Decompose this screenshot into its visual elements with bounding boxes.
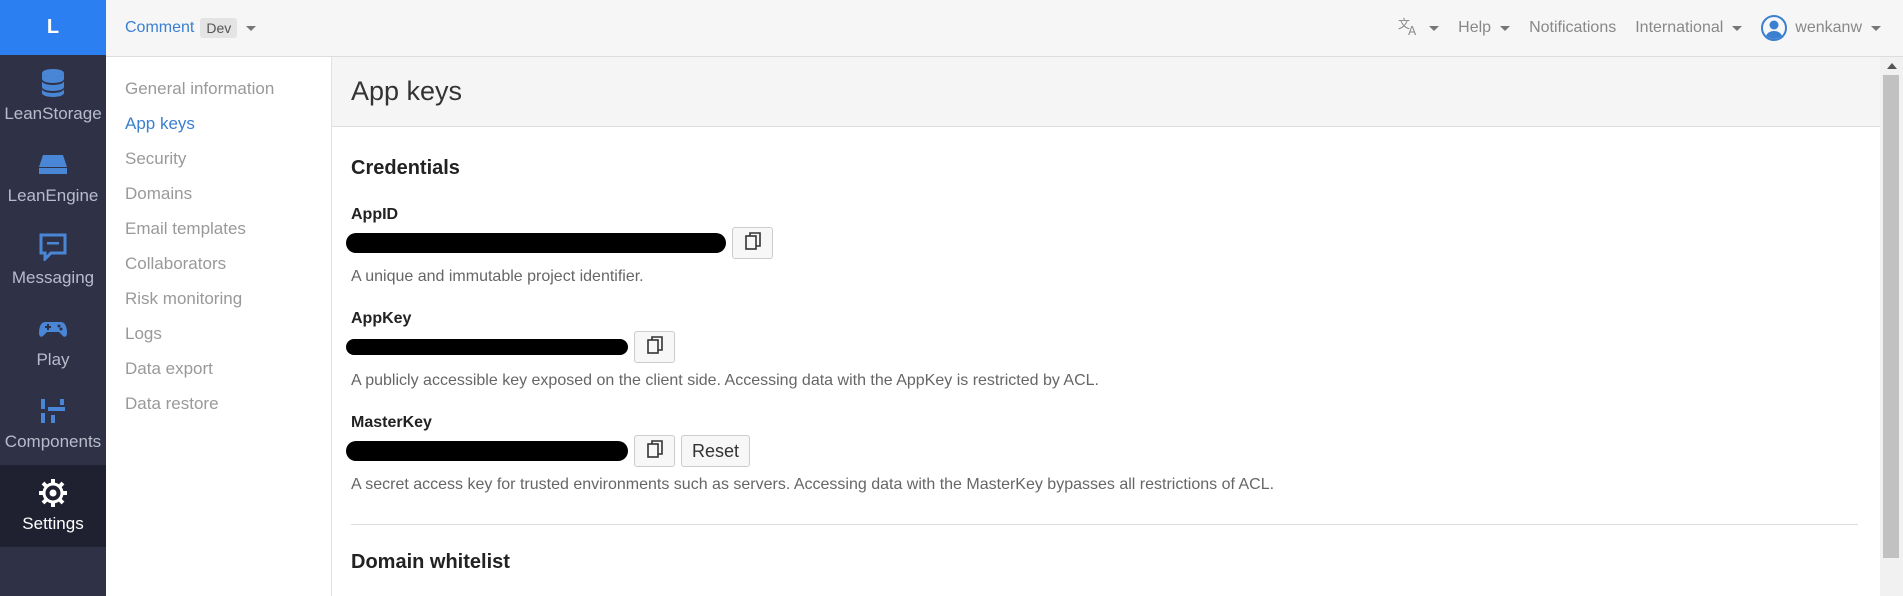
appid-value-redacted: [346, 233, 726, 253]
rail-item-label: LeanEngine: [7, 186, 99, 205]
chevron-down-icon: [1429, 25, 1440, 31]
rail-item-messaging[interactable]: Messaging: [0, 219, 106, 301]
rail-item-label: LeanStorage: [4, 104, 102, 123]
subnav-item-data-export[interactable]: Data export: [106, 351, 331, 386]
masterkey-value-redacted: [346, 441, 628, 461]
masterkey-row: Reset: [346, 434, 1858, 468]
svg-text:A: A: [1408, 24, 1417, 36]
appkey-value-redacted: [346, 339, 628, 355]
user-menu[interactable]: wenkanw: [1761, 15, 1881, 41]
copy-icon: [744, 231, 761, 255]
top-bar: Comment Dev 文A Help Notifications Intern…: [106, 0, 1903, 57]
chevron-down-icon: [1732, 25, 1743, 31]
engine-icon: [38, 150, 68, 180]
rail-item-label: Components: [4, 432, 102, 451]
rail-item-play[interactable]: Play: [0, 301, 106, 383]
subnav-item-app-keys[interactable]: App keys: [106, 106, 331, 141]
appid-row: [346, 226, 1858, 260]
chevron-down-icon: [1500, 25, 1511, 31]
copy-icon: [646, 439, 663, 463]
subnav-item-collaborators[interactable]: Collaborators: [106, 246, 331, 281]
app-nav-rail: L LeanStorage LeanEngine Messaging Play …: [0, 0, 106, 596]
copy-masterkey-button[interactable]: [634, 435, 675, 467]
appid-label: AppID: [351, 206, 399, 223]
page-title: App keys: [332, 57, 1880, 127]
notifications-link[interactable]: Notifications: [1529, 19, 1616, 37]
env-badge: Dev: [200, 18, 238, 38]
reset-masterkey-button[interactable]: Reset: [681, 435, 751, 467]
app-switcher[interactable]: Comment Dev: [106, 18, 257, 38]
rail-item-leanengine[interactable]: LeanEngine: [0, 137, 106, 219]
subnav-item-security[interactable]: Security: [106, 141, 331, 176]
copy-appkey-button[interactable]: [634, 331, 675, 363]
rail-item-label: Messaging: [11, 268, 95, 287]
page-scrollbar[interactable]: [1880, 57, 1903, 596]
appkey-label: AppKey: [351, 310, 412, 327]
rail-item-settings[interactable]: Settings: [0, 465, 106, 547]
scroll-up-arrow-icon[interactable]: [1886, 63, 1897, 69]
subnav-item-risk-monitoring[interactable]: Risk monitoring: [106, 281, 331, 316]
user-avatar-icon: [1761, 15, 1788, 41]
gear-icon: [38, 478, 68, 508]
subnav-item-domains[interactable]: Domains: [106, 176, 331, 211]
app-name[interactable]: Comment: [125, 19, 194, 37]
subnav-item-email-templates[interactable]: Email templates: [106, 211, 331, 246]
rail-item-label: Settings: [22, 514, 84, 533]
database-icon: [38, 68, 68, 98]
region-menu[interactable]: International: [1635, 19, 1743, 37]
masterkey-label: MasterKey: [351, 414, 432, 431]
chevron-down-icon[interactable]: [246, 25, 257, 31]
chevron-down-icon: [1871, 25, 1881, 31]
appkey-row: [346, 330, 1858, 364]
copy-icon: [646, 335, 663, 359]
rail-item-leanstorage[interactable]: LeanStorage: [0, 55, 106, 137]
subnav-item-general-information[interactable]: General information: [106, 71, 331, 106]
appid-help: A unique and immutable project identifie…: [351, 268, 644, 285]
help-label: Help: [1458, 19, 1492, 36]
masterkey-help: A secret access key for trusted environm…: [351, 476, 1275, 493]
copy-appid-button[interactable]: [732, 227, 773, 259]
main-content: App keys Credentials AppID A unique and …: [332, 57, 1880, 596]
user-name: wenkanw: [1795, 19, 1862, 36]
app-logo[interactable]: L: [0, 0, 106, 55]
appkey-help: A publicly accessible key exposed on the…: [351, 372, 1099, 389]
region-label: International: [1635, 19, 1724, 36]
components-icon: [38, 396, 68, 426]
domain-whitelist-heading: Domain whitelist: [351, 551, 510, 573]
rail-item-label: Play: [36, 350, 70, 369]
settings-subnav: General information App keys Security Do…: [106, 57, 332, 596]
gamepad-icon: [38, 314, 68, 344]
subnav-item-data-restore[interactable]: Data restore: [106, 386, 331, 421]
section-divider: [351, 524, 1858, 525]
language-menu[interactable]: 文A: [1398, 16, 1440, 41]
subnav-item-logs[interactable]: Logs: [106, 316, 331, 351]
help-menu[interactable]: Help: [1458, 19, 1511, 37]
scrollbar-thumb[interactable]: [1883, 75, 1899, 558]
rail-item-components[interactable]: Components: [0, 383, 106, 465]
translate-icon: 文A: [1398, 16, 1420, 41]
chat-icon: [38, 232, 68, 262]
credentials-heading: Credentials: [351, 157, 460, 179]
